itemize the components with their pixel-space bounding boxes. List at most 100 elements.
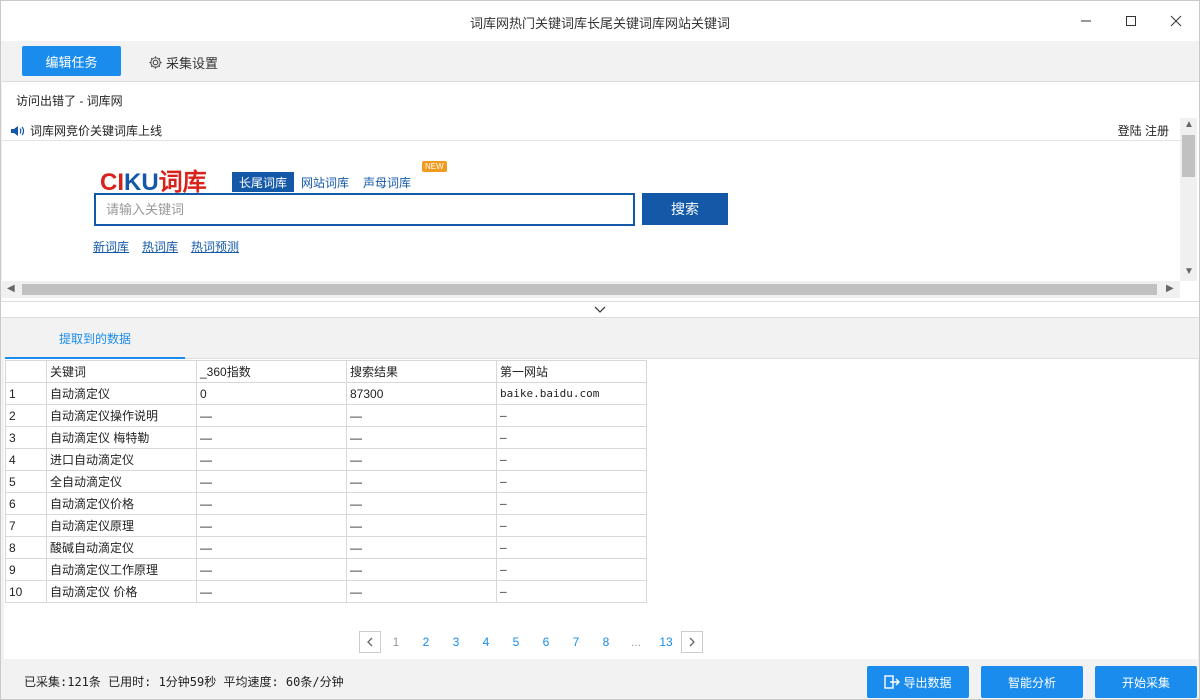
page-link[interactable]: 8 (591, 635, 621, 649)
link-hot-predict[interactable]: 热词预测 (191, 238, 239, 255)
page-numbers: 1 2 3 4 5 6 7 8... 13 (381, 635, 681, 649)
collapse-toggle[interactable] (1, 301, 1199, 318)
title-bar: 词库网热门关键词库长尾关键词库网站关键词 (1, 1, 1199, 41)
page-link[interactable]: 4 (471, 635, 501, 649)
row-index: 10 (5, 580, 47, 603)
settings-button[interactable]: 采集设置 (148, 53, 218, 72)
tab-initials[interactable]: 声母词库 (356, 172, 418, 192)
search-input[interactable]: 请输入关键词 (94, 193, 635, 226)
site-cell: — (496, 580, 647, 603)
tab-extracted-data[interactable]: 提取到的数据 (5, 319, 185, 359)
page-title: 访问出错了 - 词库网 (16, 94, 123, 108)
results-cell: — (346, 426, 497, 449)
pagination: 1 2 3 4 5 6 7 8... 13 (359, 631, 703, 653)
speaker-icon (11, 125, 25, 136)
page-link[interactable]: 6 (531, 635, 561, 649)
col-keyword-header[interactable]: 关键词 (46, 360, 197, 383)
index360-cell: — (196, 514, 347, 537)
results-cell: — (346, 404, 497, 427)
table-row[interactable]: 10 自动滴定仪 价格 — — — (5, 580, 647, 603)
row-index: 5 (5, 470, 47, 493)
scroll-right-icon[interactable]: ▶ (1166, 283, 1174, 294)
table-row[interactable]: 4 进口自动滴定仪 — — — (5, 448, 647, 471)
keyword-cell: 进口自动滴定仪 (46, 448, 197, 471)
page-link[interactable]: 13 (651, 635, 681, 649)
export-data-button[interactable]: 导出数据 (867, 666, 969, 698)
page-link[interactable]: 5 (501, 635, 531, 649)
site-cell: — (496, 404, 647, 427)
minimize-button[interactable] (1071, 7, 1101, 35)
settings-label: 采集设置 (166, 56, 219, 71)
horizontal-scrollbar[interactable]: ◀ ▶ (2, 281, 1180, 298)
tab-longtail[interactable]: 长尾词库 (232, 172, 295, 192)
data-grid: 关键词 _360指数 搜索结果 第一网站 1 自动滴定仪 0 87300 baike.b… (4, 359, 1198, 659)
vertical-scroll-thumb[interactable] (1182, 135, 1195, 177)
table-row[interactable]: 3 自动滴定仪 梅特勒 — — — (5, 426, 647, 449)
vertical-scrollbar[interactable]: ▲ ▼ (1180, 118, 1197, 281)
table-row[interactable]: 9 自动滴定仪工作原理 — — — (5, 558, 647, 581)
table-row[interactable]: 5 全自动滴定仪 — — — (5, 470, 647, 493)
logo-ci: CI (100, 169, 124, 196)
logo-cn: 词库 (158, 169, 207, 196)
scroll-left-icon[interactable]: ◀ (7, 283, 15, 294)
index360-cell: — (196, 536, 347, 559)
col-site-header[interactable]: 第一网站 (496, 360, 647, 383)
embedded-browser: 访问出错了 - 词库网 词库网竞价关键词库上线 登陆 注册 CIKU词库 长尾词… (2, 81, 1199, 301)
maximize-button[interactable] (1116, 7, 1146, 35)
table-row[interactable]: 1 自动滴定仪 0 87300 baike.baidu.com (5, 382, 647, 405)
smart-analysis-button[interactable]: 智能分析 (981, 666, 1083, 698)
results-cell: — (346, 536, 497, 559)
notice-bar[interactable]: 词库网竞价关键词库上线 (10, 122, 162, 139)
keyword-cell: 自动滴定仪 (46, 382, 197, 405)
results-table: 关键词 _360指数 搜索结果 第一网站 1 自动滴定仪 0 87300 baike.b… (5, 360, 647, 603)
notice-text: 词库网竞价关键词库上线 (30, 124, 163, 138)
index360-cell: 0 (196, 382, 347, 405)
page-link[interactable]: 3 (441, 635, 471, 649)
close-icon (1170, 15, 1182, 27)
ciku-logo[interactable]: CIKU词库 (100, 162, 207, 197)
row-index: 7 (5, 514, 47, 537)
prev-page-button[interactable] (359, 631, 381, 653)
table-row[interactable]: 6 自动滴定仪价格 — — — (5, 492, 647, 515)
results-cell: — (346, 448, 497, 471)
search-button[interactable]: 搜索 (642, 193, 728, 225)
row-index: 1 (5, 382, 47, 405)
horizontal-scroll-thumb[interactable] (22, 284, 1157, 295)
keyword-cell: 自动滴定仪操作说明 (46, 404, 197, 427)
start-collect-button[interactable]: 开始采集 (1095, 666, 1197, 698)
link-new-words[interactable]: 新词库 (93, 238, 129, 255)
table-row[interactable]: 8 酸碱自动滴定仪 — — — (5, 536, 647, 559)
row-index: 2 (5, 404, 47, 427)
results-cell: — (346, 558, 497, 581)
page-link[interactable]: 2 (411, 635, 441, 649)
keyword-cell: 自动滴定仪原理 (46, 514, 197, 537)
page-link[interactable]: 1 (381, 635, 411, 649)
col-360-header[interactable]: _360指数 (196, 360, 347, 383)
table-row[interactable]: 2 自动滴定仪操作说明 — — — (5, 404, 647, 427)
table-row[interactable]: 7 自动滴定仪原理 — — — (5, 514, 647, 537)
site-cell: — (496, 492, 647, 515)
row-index: 8 (5, 536, 47, 559)
close-button[interactable] (1161, 7, 1191, 35)
index360-cell: — (196, 492, 347, 515)
col-results-header[interactable]: 搜索结果 (346, 360, 497, 383)
index360-cell: — (196, 426, 347, 449)
col-index-header (5, 360, 47, 383)
scroll-down-icon[interactable]: ▼ (1184, 266, 1194, 277)
login-register-links[interactable]: 登陆 注册 (1118, 122, 1169, 139)
new-badge: NEW (422, 161, 447, 172)
site-cell: — (496, 536, 647, 559)
chevron-left-icon (367, 637, 373, 647)
scroll-up-icon[interactable]: ▲ (1184, 119, 1194, 130)
row-index: 6 (5, 492, 47, 515)
tab-site[interactable]: 网站词库 (294, 172, 356, 192)
chevron-right-icon (689, 637, 695, 647)
site-cell: — (496, 514, 647, 537)
link-hot-words[interactable]: 热词库 (142, 238, 178, 255)
site-cell: — (496, 448, 647, 471)
keyword-cell: 自动滴定仪工作原理 (46, 558, 197, 581)
next-page-button[interactable] (681, 631, 703, 653)
row-index: 3 (5, 426, 47, 449)
page-link[interactable]: 7 (561, 635, 591, 649)
edit-task-button[interactable]: 编辑任务 (22, 46, 121, 76)
